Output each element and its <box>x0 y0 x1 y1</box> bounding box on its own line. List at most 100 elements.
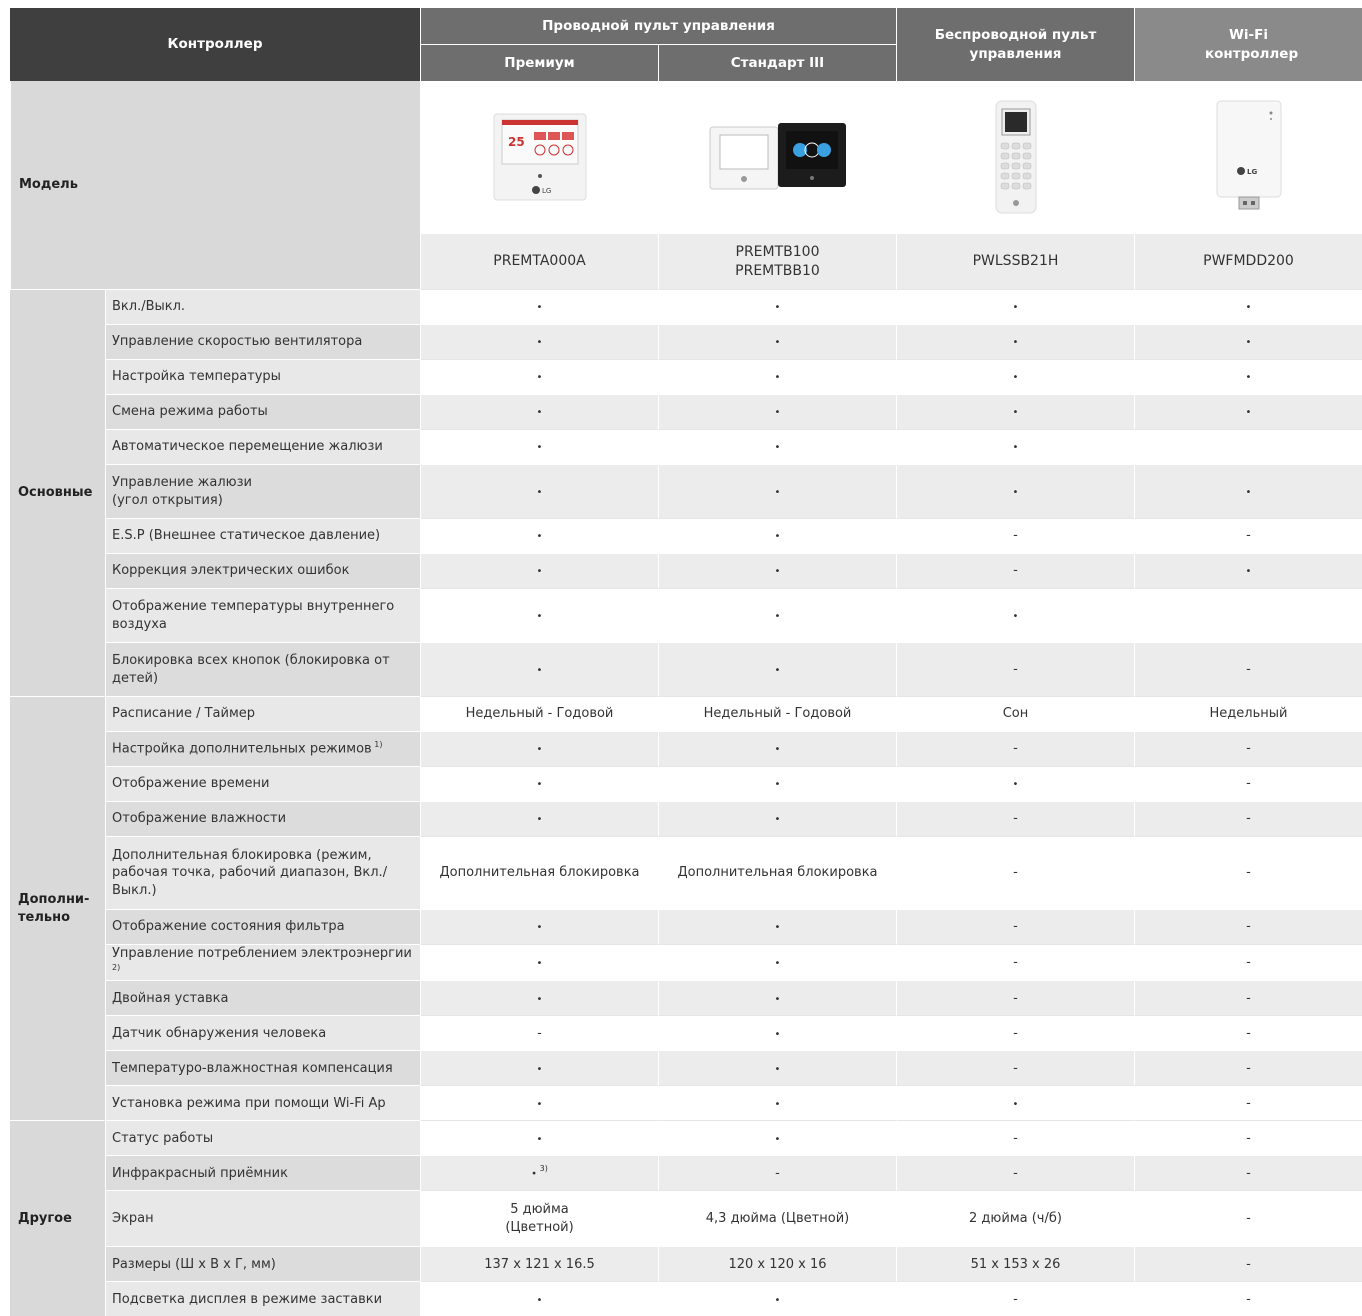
feature-value: • <box>1134 289 1362 324</box>
svg-text:25: 25 <box>508 135 525 149</box>
feature-value: Сон <box>896 696 1134 731</box>
table-row: Автоматическое перемещение жалюзи • • • <box>10 429 1362 464</box>
table-row: Другое Статус работы • • - - <box>10 1120 1362 1316</box>
premium-controller-image: 25 LG <box>493 113 586 201</box>
feature-label: Статус работы <box>105 1120 420 1156</box>
table-row: Отображение состояния фильтра • • - - <box>10 909 1362 944</box>
section-additional: Дополни-тельно Расписание / Таймер Недельн… <box>10 696 1362 1121</box>
feature-value: 2 дюйма (ч/б) <box>896 1190 1134 1247</box>
feature-value: • <box>658 518 896 553</box>
feature-value: • <box>1134 394 1362 429</box>
table-row: Экран 5 дюйма (Цветной) 4,3 дюйма (Цветной… <box>10 1190 1362 1247</box>
feature-label: Настройка температуры <box>105 359 420 394</box>
feature-label: Управление скоростью вентилятора <box>105 324 420 359</box>
feature-value: • <box>896 429 1134 464</box>
feature-value: • <box>420 642 658 696</box>
feature-value: • <box>658 553 896 588</box>
feature-value: • <box>1134 324 1362 359</box>
feature-value: • 3) <box>420 1155 658 1191</box>
table-row: Отображение влажности • • - - <box>10 801 1362 836</box>
feature-value: • <box>658 1015 896 1051</box>
model-code: PREMTA000A <box>420 233 658 289</box>
spec-table: Контроллер Проводной пульт управления Бе… <box>10 8 1362 1316</box>
header-wireless: Беспроводной пульт управления <box>896 8 1134 81</box>
feature-value: - <box>896 801 1134 836</box>
feature-value: • <box>658 1120 896 1156</box>
feature-value: • <box>896 324 1134 359</box>
feature-value: - <box>1134 944 1362 981</box>
table-row: Температуро-влажностная компенсация • • - - <box>10 1050 1362 1086</box>
feature-label: Двойная уставка <box>105 980 420 1016</box>
header-standard: Стандарт III <box>658 44 896 81</box>
feature-value: - <box>1134 909 1362 944</box>
table-row: Установка режима при помощи Wi-Fi Ap • • • - <box>10 1085 1362 1121</box>
feature-value: - <box>1134 766 1362 801</box>
feature-value: Недельный <box>1134 696 1362 731</box>
feature-label: Дополнительная блокировка (режим, рабоча… <box>105 836 420 909</box>
table-row: Смена режима работы • • • • <box>10 394 1362 429</box>
feature-value: • <box>658 289 896 324</box>
table-row: Отображение температуры внутреннего возд… <box>10 588 1362 642</box>
feature-value: - <box>1134 836 1362 909</box>
feature-value: • <box>658 766 896 801</box>
footnote-ref: 2) <box>112 962 121 972</box>
feature-value: • <box>658 642 896 696</box>
feature-value: - <box>1134 1190 1362 1247</box>
feature-value: - <box>896 944 1134 981</box>
feature-label: Отображение влажности <box>105 801 420 836</box>
table-row: Дополни-тельно Расписание / Таймер Недельн… <box>10 696 1362 1121</box>
feature-label: Вкл./Выкл. <box>105 289 420 324</box>
feature-label: Отображение времени <box>105 766 420 801</box>
feature-value: - <box>1134 1246 1362 1282</box>
feature-label: Автоматическое перемещение жалюзи <box>105 429 420 464</box>
feature-value: - <box>1134 1085 1362 1121</box>
feature-label: E.S.P (Внешнее статическое давление) <box>105 518 420 553</box>
feature-value: • <box>658 359 896 394</box>
feature-value: • <box>420 359 658 394</box>
feature-value: • <box>420 518 658 553</box>
table-row: Блокировка всех кнопок (блокировка от де… <box>10 642 1362 696</box>
model-code: PREMTB100 PREMTBB10 <box>658 233 896 289</box>
feature-value: • <box>420 429 658 464</box>
feature-label: Датчик обнаружения человека <box>105 1015 420 1051</box>
table-row: Дополнительная блокировка (режим, рабоча… <box>10 836 1362 909</box>
header-wifi: Wi-Fi контроллер <box>1134 8 1362 81</box>
footnote-ref: 1) <box>371 740 383 750</box>
wifi-module-image: LG <box>1216 100 1281 210</box>
feature-value: • <box>896 359 1134 394</box>
model-label: Модель <box>10 81 420 289</box>
feature-value: - <box>896 1050 1134 1086</box>
feature-value: • <box>896 289 1134 324</box>
feature-value: - <box>1134 1120 1362 1156</box>
feature-value: • <box>1134 464 1362 518</box>
feature-value: • <box>896 464 1134 518</box>
feature-value: • <box>420 980 658 1016</box>
feature-value: 5 дюйма (Цветной) <box>420 1190 658 1247</box>
table-row: Настройка дополнительных режимов 1) • • - - <box>10 731 1362 766</box>
feature-value: • <box>658 394 896 429</box>
feature-value: - <box>420 1015 658 1051</box>
feature-value: 4,3 дюйма (Цветной) <box>658 1190 896 1247</box>
header-controller: Контроллер <box>10 8 420 81</box>
feature-label: Инфракрасный приёмник <box>105 1155 420 1191</box>
feature-value: 120 x 120 x 16 <box>658 1246 896 1282</box>
feature-value: - <box>1134 1281 1362 1316</box>
feature-value: • <box>896 1085 1134 1121</box>
table-row: Отображение времени • • • - <box>10 766 1362 801</box>
table-row: Коррекция электрических ошибок • • - • <box>10 553 1362 588</box>
feature-value: • <box>420 1281 658 1316</box>
feature-label: Размеры (Ш х В х Г, мм) <box>105 1246 420 1282</box>
feature-label: Управление потреблением электроэнергии 2… <box>105 944 420 981</box>
feature-value: • <box>420 801 658 836</box>
feature-label: Экран <box>105 1190 420 1247</box>
feature-value: • <box>658 909 896 944</box>
table-row: Датчик обнаружения человека - • - - <box>10 1015 1362 1051</box>
model-code: PWFMDD200 <box>1134 233 1362 289</box>
category-label: Основные <box>10 289 105 696</box>
feature-value: Недельный - Годовой <box>658 696 896 731</box>
feature-value: • <box>420 1120 658 1156</box>
feature-value: - <box>896 553 1134 588</box>
table-row: Настройка температуры • • • • <box>10 359 1362 394</box>
feature-value: - <box>1134 1015 1362 1051</box>
table-row: Основные Вкл./Выкл. • • • • <box>10 289 1362 696</box>
